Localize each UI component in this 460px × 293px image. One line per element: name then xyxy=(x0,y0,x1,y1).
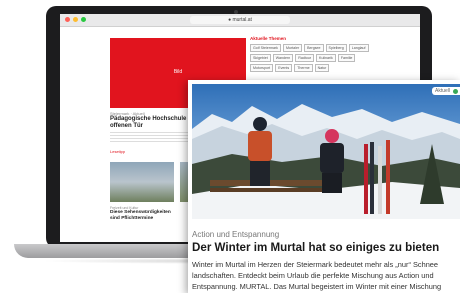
tag-list: Golf Steiermark Murtaler Bergsee Spielberg L… xyxy=(250,44,370,72)
thumbnail-image[interactable] xyxy=(110,162,174,202)
article-card[interactable]: Aktuell Action und Entspannung Der Winte… xyxy=(188,80,460,293)
minimize-icon[interactable] xyxy=(73,17,78,22)
sidebar-title: Aktuelle Themen xyxy=(250,36,287,41)
maximize-icon[interactable] xyxy=(81,17,86,22)
mountain-scene xyxy=(192,104,460,219)
card-kicker: Action und Entspannung xyxy=(192,230,280,239)
tag-chip[interactable]: Golf Steiermark xyxy=(250,44,281,52)
tag-chip[interactable]: Therme xyxy=(294,64,313,72)
card-body-line: Entspannung. MURTAL. Das Murtal begeiste… xyxy=(192,282,442,291)
tag-chip[interactable]: Radtour xyxy=(295,54,315,62)
card-body-line: Winter im Murtal im Herzen der Steiermar… xyxy=(192,260,439,269)
tag-chip[interactable]: Events xyxy=(275,64,293,72)
tag-chip[interactable]: Familie xyxy=(337,54,356,62)
tag-chip[interactable]: Murtaler xyxy=(282,44,303,52)
status-badge: Aktuell xyxy=(431,87,460,95)
close-icon[interactable] xyxy=(65,17,70,22)
tag-chip[interactable]: Natur xyxy=(314,64,330,72)
address-bar[interactable]: ● murtal.at xyxy=(190,16,290,24)
tag-chip[interactable]: Bergsee xyxy=(304,44,324,52)
tag-chip[interactable]: Skigebiet xyxy=(250,54,271,62)
ski-photo[interactable]: Aktuell xyxy=(192,84,460,219)
tag-chip[interactable]: Langlauf xyxy=(348,44,369,52)
card-body: Winter im Murtal im Herzen der Steiermar… xyxy=(192,259,460,292)
tag-chip[interactable]: Wandern xyxy=(272,54,294,62)
hero-label: Bild xyxy=(173,69,183,75)
card-headline[interactable]: Der Winter im Murtal hat so einiges zu b… xyxy=(192,241,439,254)
browser-toolbar: ● murtal.at xyxy=(60,14,420,27)
card-body-line: landschaften. Entdeckt beim Urlaub die p… xyxy=(192,271,434,280)
thumbnail-headline[interactable]: Diese Sehenswürdigkeiten sind Pflichtter… xyxy=(110,210,174,222)
topics-sidebar: Aktuelle Themen Golf Steiermark Murtaler B… xyxy=(250,36,370,72)
window-controls[interactable] xyxy=(65,17,86,22)
tag-chip[interactable]: Kulinarik xyxy=(316,54,336,62)
tag-chip[interactable]: Motorsport xyxy=(250,64,274,72)
thumbnail-caption[interactable]: Freizeit und Kultur Diese Sehenswürdigke… xyxy=(110,206,174,222)
more-link[interactable]: Lesetipp xyxy=(110,149,125,154)
tag-chip[interactable]: Spielberg xyxy=(325,44,347,52)
